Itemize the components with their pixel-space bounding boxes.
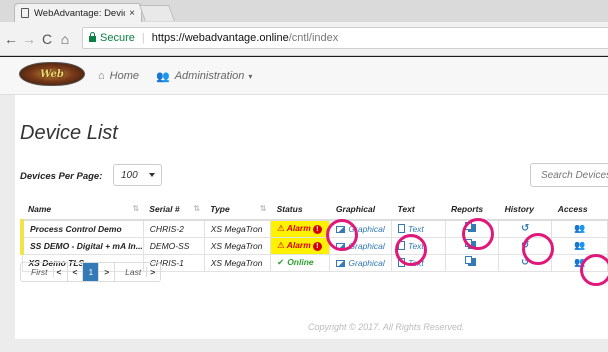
status-badge: ✔ Online [270,253,331,272]
home-icon[interactable]: ⌂ [56,31,74,47]
device-serial: CHRIS-2 [142,219,205,238]
secure-label: Secure [100,32,135,44]
warning-icon: ⚠ [277,240,285,250]
nav-administration[interactable]: 👥 Administration ▾ [156,57,252,95]
col-history: History [498,198,552,221]
device-name[interactable]: SS DEMO - Digital + mA In... [19,236,144,255]
alarm-info-icon: ! [312,225,322,235]
nav-home-label: Home [109,70,139,82]
col-name[interactable]: Name ⇅ [22,198,144,221]
device-type: XS MegaTron [203,236,272,255]
table-header-row: Name ⇅ Serial # ⇅ Type ⇅ Status Graphical T… [22,198,608,221]
checkmark-icon: ✔ [277,257,285,267]
reload-icon[interactable]: C [38,31,56,47]
content-area: Device List Devices Per Page: 100 Name⇅ … [0,95,608,352]
col-access: Access [551,198,608,221]
device-type: XS MegaTron [203,253,272,272]
per-page-label: Devices Per Page: [20,171,103,182]
tab-strip: WebAdvantage: Device L × [0,0,608,22]
home-nav-icon: ⌂ [98,70,105,82]
reports-icon [464,255,476,266]
image-icon [336,259,346,267]
forward-icon[interactable]: → [20,31,38,47]
address-bar[interactable]: Secure | https://webadvantage.online /cn… [82,27,608,49]
annotation-circle [395,234,427,266]
nav-home[interactable]: ⌂ Home [98,57,139,95]
col-text: Text [391,198,446,221]
copyright-text: Copyright © 2017. All Rights Reserved. [308,322,465,332]
app-navbar: Web ⌂ Home 👥 Administration ▾ [0,57,608,95]
url-path: /cntl/index [288,32,339,44]
col-serial[interactable]: Serial # ⇅ [143,198,205,221]
chevron-left-icon: < [56,267,62,277]
document-icon [398,224,406,234]
sort-icon[interactable]: ⇅ [194,204,201,213]
alarm-info-icon: ! [312,242,322,251]
lock-icon [89,32,96,42]
sort-icon[interactable]: ⇅ [260,204,267,213]
url-host: https://webadvantage.online [151,32,289,44]
status-badge: ⚠ Alarm! [270,219,331,238]
annotation-circle [580,254,608,286]
table-row[interactable]: Process Control Demo CHRIS-2 XS MegaTron… [19,219,608,238]
tab-title: WebAdvantage: Device L [34,7,125,19]
warning-icon: ⚠ [277,223,285,234]
pager-next[interactable]: > [99,263,116,281]
users-icon: 👥 [574,240,586,250]
annotation-circle [462,218,494,250]
chevron-right-icon: > [150,267,156,277]
users-icon: 👥 [156,70,170,83]
device-type: XS MegaTron [203,219,272,238]
sort-icon[interactable]: ⇅ [133,204,140,213]
pager-page-1[interactable]: 1 [83,263,100,281]
browser-chrome: WebAdvantage: Device L × ← → C ⌂ Secure … [0,0,608,56]
separator: | [141,32,145,44]
annotation-circle [522,233,554,265]
col-status: Status [270,198,330,221]
browser-tab[interactable]: WebAdvantage: Device L × [14,3,142,22]
pager-first[interactable]: First < [21,263,68,281]
reports-button[interactable] [444,253,500,272]
select-caret-icon [149,173,155,177]
page-icon [21,8,29,18]
device-name[interactable]: Process Control Demo [19,219,144,238]
address-row: ← → C ⌂ Secure | https://webadvantage.on… [0,22,608,56]
access-button[interactable]: 👥 [551,219,608,238]
col-graphical: Graphical [329,198,392,221]
users-icon: 👥 [574,223,586,234]
pagination: First < < 1 > Last > [20,262,162,282]
per-page-select[interactable]: 100 [113,164,162,186]
annotation-circle [326,219,358,251]
device-table: Name ⇅ Serial # ⇅ Type ⇅ Status Graphical T… [19,198,608,272]
text-link[interactable]: Text [391,219,446,238]
nav-admin-label: Administration [174,70,245,82]
search-devices-input[interactable] [530,163,608,187]
pager-last[interactable]: Last > [115,263,160,281]
logo-text: Web [40,68,64,80]
graphical-link[interactable]: Graphical [329,253,393,272]
new-tab-button[interactable] [139,5,175,21]
col-type[interactable]: Type ⇅ [204,198,271,221]
dropdown-caret-icon: ▾ [248,71,253,81]
page-title: Device List [20,122,118,144]
history-icon: ↺ [521,223,530,235]
close-tab-icon[interactable]: × [129,8,135,19]
back-icon[interactable]: ← [2,31,20,47]
access-button[interactable]: 👥 [551,236,608,255]
per-page-value: 100 [121,169,138,181]
table-row[interactable]: SS DEMO - Digital + mA In... DEMO-SS XS … [19,236,608,255]
device-serial: DEMO-SS [142,236,205,255]
status-badge: ⚠ Alarm! [270,236,331,255]
pager-prev[interactable]: < [68,263,84,281]
app-logo[interactable]: Web [19,62,85,86]
col-reports: Reports [445,198,499,221]
